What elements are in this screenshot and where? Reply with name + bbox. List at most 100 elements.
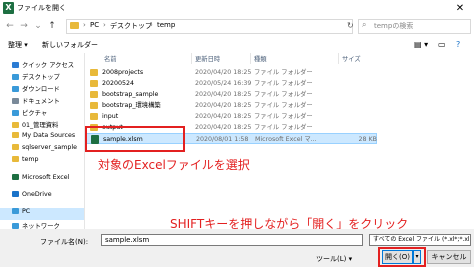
- breadcrumb-separator: ›: [83, 21, 86, 29]
- preview-pane-icon[interactable]: ▭: [438, 40, 446, 49]
- chevron-down-icon[interactable]: ⌄: [32, 19, 44, 33]
- sidebar-item[interactable]: PC: [0, 208, 84, 220]
- sidebar-item-label: OneDrive: [22, 191, 52, 198]
- sidebar-item-label: ピクチャ: [22, 110, 48, 117]
- breadcrumb-desktop[interactable]: デスクトップ: [110, 21, 152, 31]
- folder-icon: [12, 132, 19, 138]
- file-name: input: [102, 113, 119, 120]
- sidebar-item-label: PC: [22, 208, 31, 215]
- cloud-icon: [12, 191, 19, 197]
- file-name: 20200524: [102, 80, 135, 87]
- column-divider: [338, 53, 339, 64]
- file-row[interactable]: 20200524 2020/05/24 16:39 ファイル フォルダー: [86, 78, 377, 89]
- navigation-pane: クイック アクセスデスクトップ ダウンロード ドキュメント ピクチャ 01_管理資料 My…: [0, 53, 84, 230]
- sidebar-item-label: Microsoft Excel: [22, 174, 70, 181]
- file-date: 2020/04/20 18:25: [195, 69, 252, 76]
- sidebar-item[interactable]: デスクトップ: [0, 72, 84, 84]
- sidebar-item[interactable]: temp: [0, 156, 84, 168]
- sidebar-item-label: デスクトップ: [22, 74, 60, 81]
- folder-icon: [90, 80, 98, 87]
- folder-icon: [90, 102, 98, 109]
- sidebar-item[interactable]: My Data Sources: [0, 132, 84, 144]
- filename-input[interactable]: sample.xlsm: [101, 234, 363, 246]
- file-type: Microsoft Excel マ...: [255, 136, 317, 143]
- sidebar-item[interactable]: sqlserver_sample: [0, 144, 84, 156]
- up-arrow-icon[interactable]: ↑: [46, 19, 58, 33]
- sidebar-item-label: ドキュメント: [22, 98, 60, 105]
- sidebar-item[interactable]: クイック アクセス: [0, 60, 84, 72]
- pc-icon: [12, 208, 19, 214]
- desktop-icon: [12, 74, 19, 80]
- file-row[interactable]: 2008projects 2020/04/20 18:25 ファイル フォルダー: [86, 67, 377, 78]
- view-options-icon[interactable]: ▤ ▾: [414, 40, 428, 49]
- file-row[interactable]: input 2020/04/20 18:25 ファイル フォルダー: [86, 111, 377, 122]
- column-divider: [250, 53, 251, 64]
- file-name: bootstrap_環境構築: [102, 102, 161, 109]
- annotation-highlight-open: [378, 247, 426, 267]
- sidebar-item[interactable]: ピクチャ: [0, 108, 84, 120]
- breadcrumb-pc[interactable]: PC: [90, 21, 99, 29]
- file-date: 2020/04/20 18:25: [195, 124, 252, 131]
- file-date: 2020/04/20 18:25: [195, 91, 252, 98]
- forward-arrow-icon[interactable]: →: [18, 19, 30, 33]
- window-title: ファイルを開く: [17, 4, 66, 12]
- folder-icon: [90, 69, 98, 76]
- file-type: ファイル フォルダー: [254, 80, 313, 87]
- search-placeholder: tempの検索: [374, 22, 414, 30]
- column-header-size[interactable]: サイズ: [342, 54, 361, 63]
- sidebar-item[interactable]: 01_管理資料: [0, 120, 84, 132]
- excel-icon: [12, 174, 19, 180]
- picture-icon: [12, 110, 19, 116]
- sidebar-item-label: 01_管理資料: [22, 122, 59, 129]
- document-icon: [12, 98, 19, 104]
- folder-icon: [70, 22, 79, 29]
- file-date: 2020/08/01 1:58: [196, 136, 249, 143]
- file-name: bootstrap_sample: [102, 91, 159, 98]
- breadcrumb-separator: ›: [103, 21, 106, 29]
- organize-button[interactable]: 整理 ▾: [8, 40, 28, 50]
- file-type: ファイル フォルダー: [254, 69, 313, 76]
- sidebar-item[interactable]: ダウンロード: [0, 84, 84, 96]
- search-icon: ⌕: [362, 20, 367, 29]
- star-icon: [12, 62, 19, 68]
- file-name: 2008projects: [102, 69, 144, 76]
- file-type: ファイル フォルダー: [254, 124, 313, 131]
- column-divider: [191, 53, 192, 64]
- refresh-icon[interactable]: ↻: [347, 21, 354, 30]
- sidebar-item[interactable]: OneDrive: [0, 191, 84, 203]
- file-type: ファイル フォルダー: [254, 113, 313, 120]
- file-row[interactable]: bootstrap_sample 2020/04/20 18:25 ファイル フォル…: [86, 89, 377, 100]
- back-arrow-icon[interactable]: ←: [4, 19, 16, 33]
- sidebar-item-label: My Data Sources: [22, 132, 76, 139]
- title-bar: [0, 0, 474, 17]
- close-button[interactable]: ✕: [446, 0, 474, 17]
- new-folder-button[interactable]: 新しいフォルダー: [42, 40, 98, 50]
- tools-menu[interactable]: ツール(L) ▾: [316, 254, 352, 264]
- filename-label: ファイル名(N):: [40, 238, 89, 246]
- column-header-date[interactable]: 更新日時: [195, 54, 220, 63]
- sidebar-item-label: sqlserver_sample: [22, 144, 78, 151]
- breadcrumb-separator: ›: [150, 21, 153, 29]
- file-row[interactable]: bootstrap_環境構築 2020/04/20 18:25 ファイル フォルダー: [86, 100, 377, 111]
- folder-icon: [12, 122, 19, 128]
- sidebar-item[interactable]: ドキュメント: [0, 96, 84, 108]
- column-header-type[interactable]: 種類: [254, 54, 267, 63]
- excel-icon: X: [3, 2, 14, 14]
- file-type: ファイル フォルダー: [254, 91, 313, 98]
- help-icon[interactable]: ?: [456, 40, 460, 49]
- filetype-select[interactable]: すべての Excel ファイル (*.xl*;*.xlsx: [369, 234, 471, 246]
- column-header-name[interactable]: 名前: [104, 54, 117, 63]
- file-date: 2020/05/24 16:39: [195, 80, 252, 87]
- folder-icon: [90, 113, 98, 120]
- sidebar-item-label: temp: [22, 156, 39, 163]
- sidebar-item-label: ダウンロード: [22, 86, 60, 93]
- download-icon: [12, 86, 19, 92]
- file-date: 2020/04/20 18:25: [195, 113, 252, 120]
- folder-icon: [12, 144, 19, 150]
- file-type: ファイル フォルダー: [254, 102, 313, 109]
- sidebar-item[interactable]: Microsoft Excel: [0, 174, 84, 186]
- annotation-select-file: 対象のExcelファイルを選択: [98, 158, 250, 172]
- file-date: 2020/04/20 18:25: [195, 102, 252, 109]
- breadcrumb-temp[interactable]: temp: [157, 21, 175, 29]
- cancel-button[interactable]: キャンセル: [427, 250, 471, 264]
